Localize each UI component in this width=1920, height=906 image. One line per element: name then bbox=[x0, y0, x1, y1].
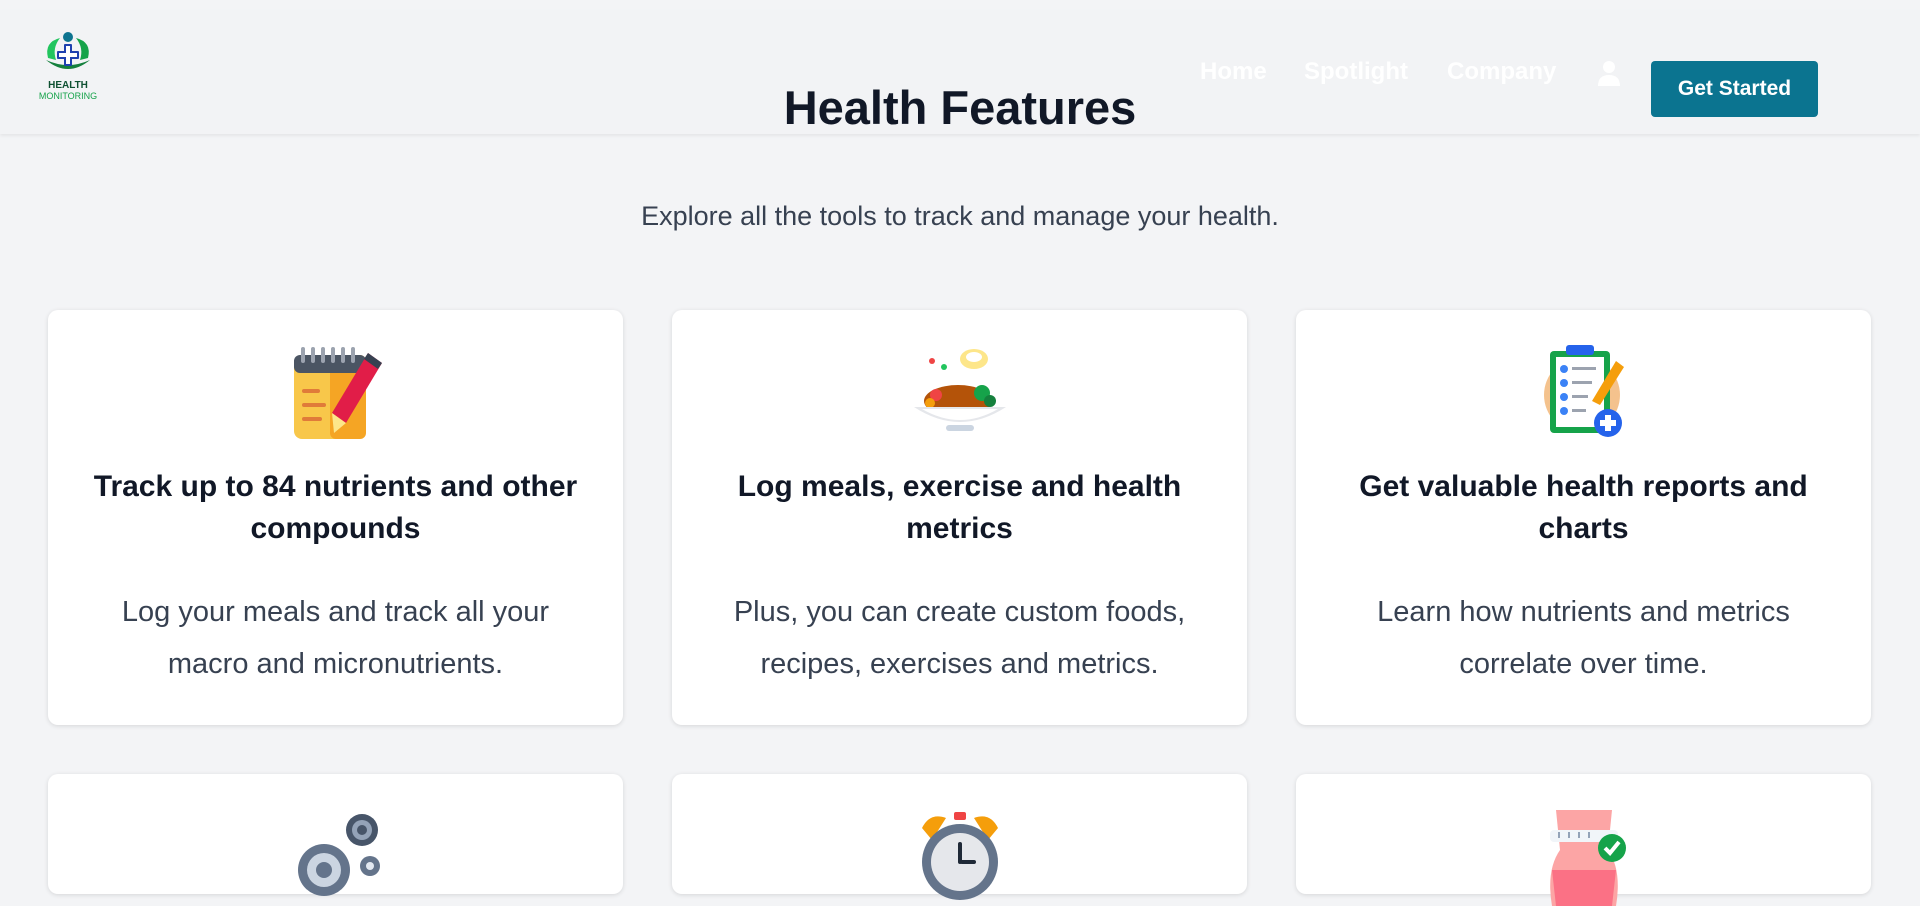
feature-card-reports: Get valuable health reports and charts L… bbox=[1296, 310, 1871, 725]
feature-title: Log meals, exercise and health metrics bbox=[737, 470, 1182, 545]
feature-description: Log your meals and track all your macro … bbox=[121, 596, 550, 680]
alarm-clock-icon bbox=[922, 812, 998, 900]
health-logo-icon bbox=[46, 32, 90, 69]
feature-description: Plus, you can create custom foods, recip… bbox=[733, 596, 1186, 680]
page-title: Health Features bbox=[783, 81, 1137, 134]
feature-card-logging: Log meals, exercise and health metrics P… bbox=[672, 310, 1247, 725]
feature-card-reminders bbox=[672, 774, 1247, 900]
feature-card-body-metrics bbox=[1296, 774, 1871, 906]
body-measure-icon bbox=[1550, 810, 1626, 906]
feature-card-settings bbox=[48, 774, 623, 896]
feature-title: Get valuable health reports and charts bbox=[1359, 470, 1808, 545]
feature-description: Learn how nutrients and metrics correlat… bbox=[1377, 596, 1790, 680]
gears-icon bbox=[298, 814, 380, 896]
feature-card-nutrients: Track up to 84 nutrients and other compo… bbox=[48, 310, 623, 725]
page-subtitle: Explore all the tools to track and manag… bbox=[641, 201, 1279, 231]
notepad-pen-icon bbox=[294, 347, 382, 439]
meal-bowl-icon bbox=[914, 349, 1006, 431]
clipboard-report-icon bbox=[1544, 345, 1624, 437]
feature-title: Track up to 84 nutrients and other compo… bbox=[93, 470, 578, 545]
